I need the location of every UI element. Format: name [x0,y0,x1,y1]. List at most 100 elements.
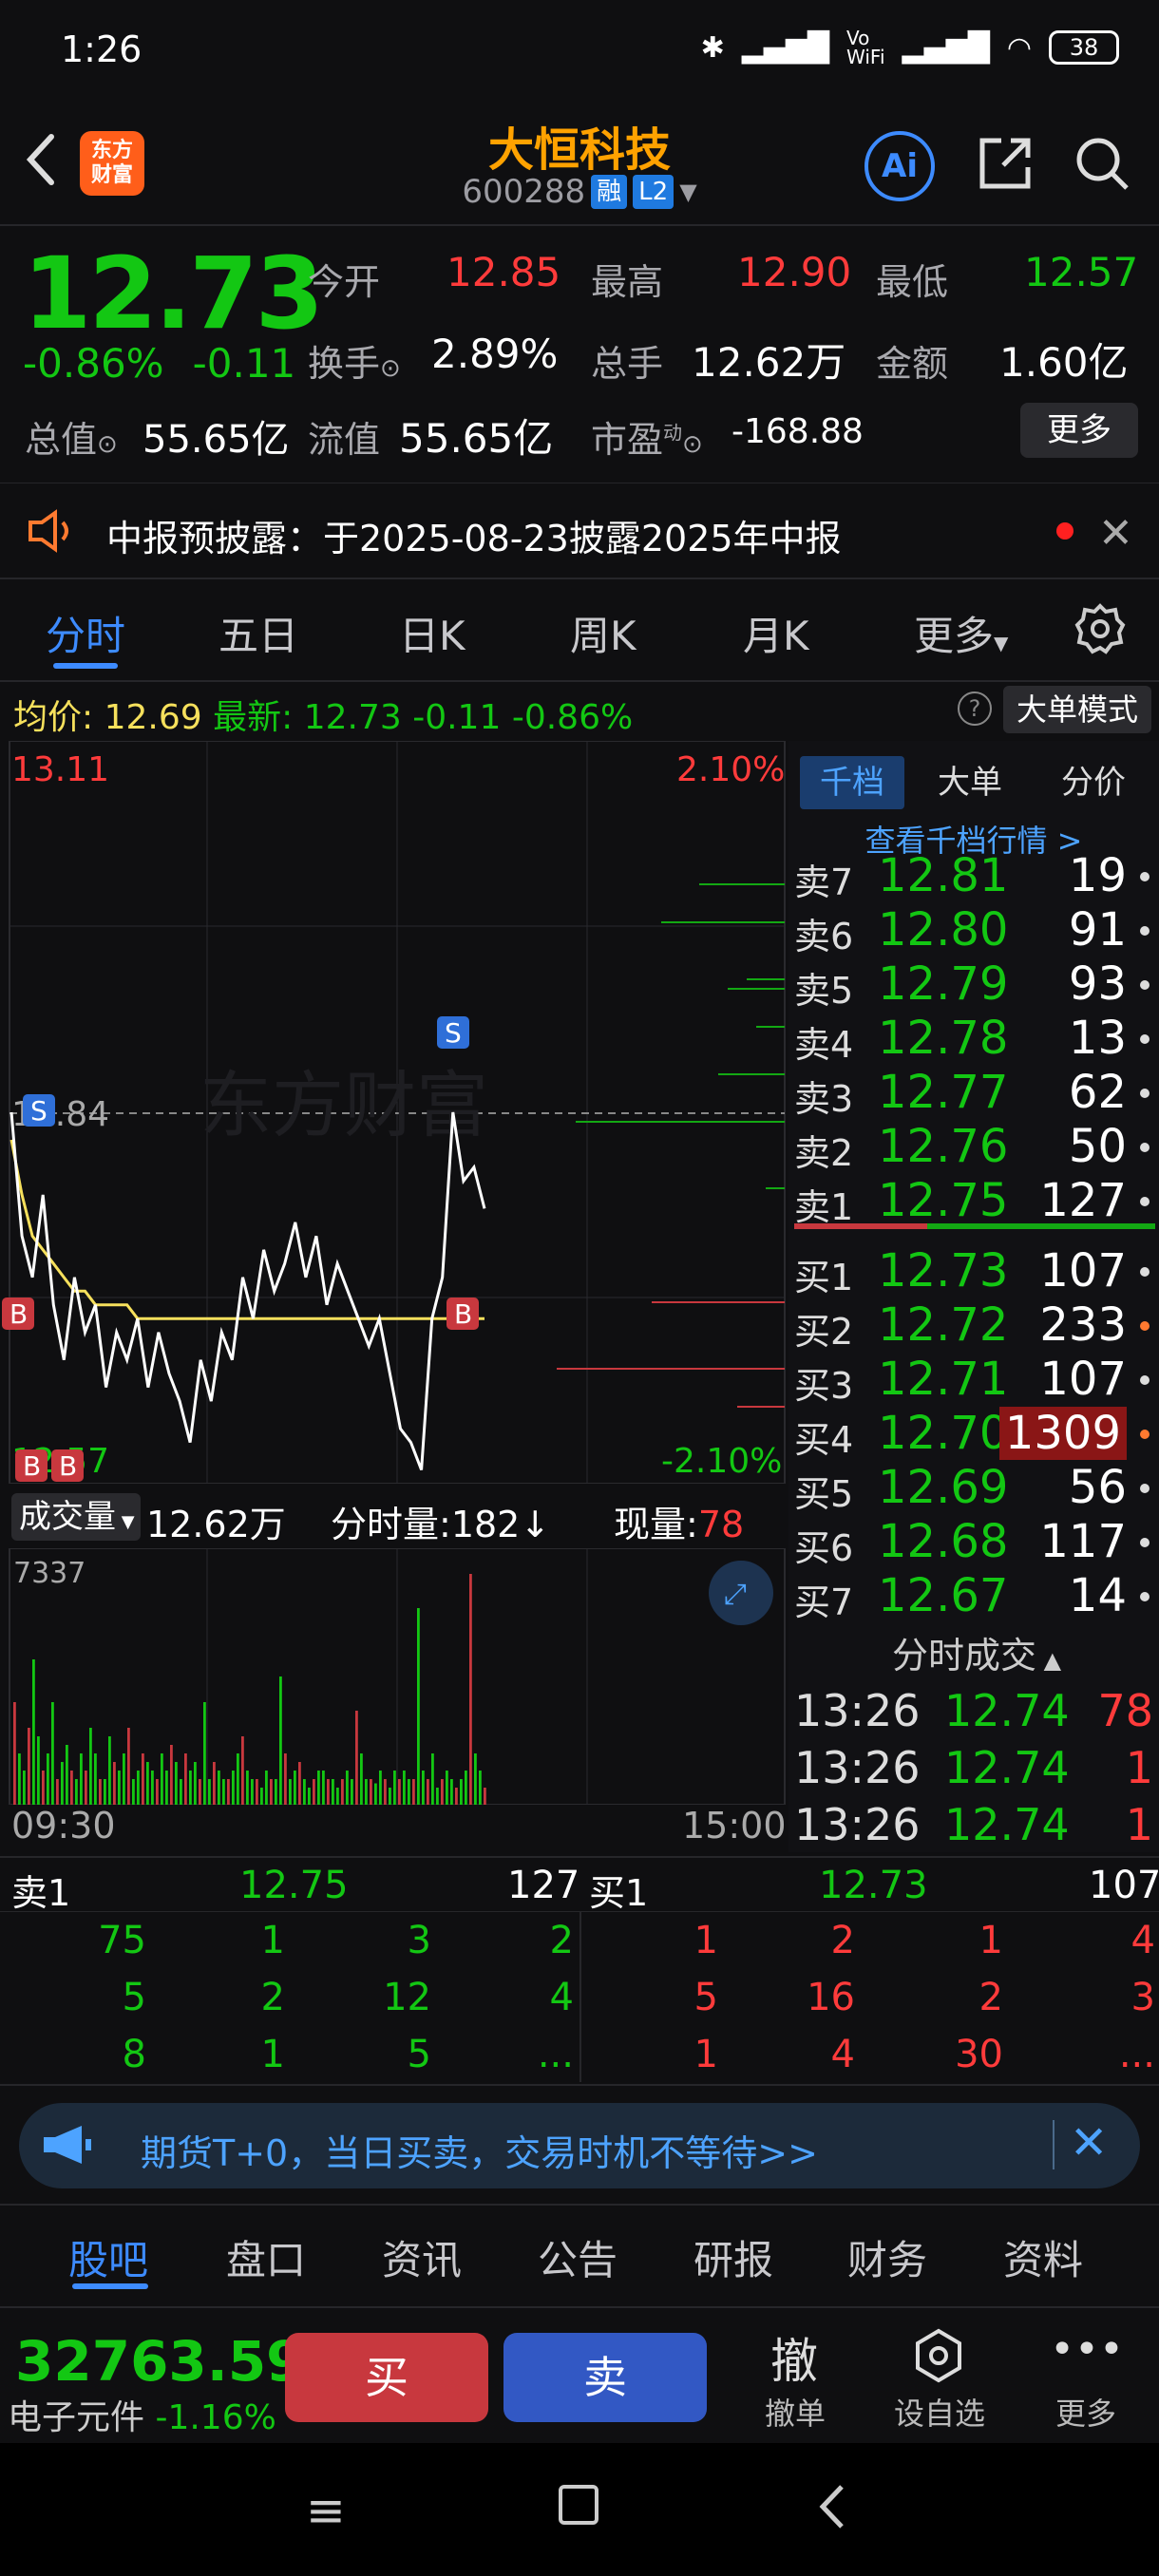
ask-price: 12.75 [878,1174,1009,1227]
volume-bar [370,1779,372,1805]
expand-icon[interactable]: ⤢ [724,1578,747,1611]
index-value[interactable]: 32763.59 [15,2329,305,2394]
ob-tab-byprice[interactable]: 分价 [1041,756,1146,809]
ai-button[interactable]: Ai [864,131,935,201]
volume-bar [51,1702,54,1805]
intraday-price-chart[interactable]: 东方财富 13.11 2.10% 12.84 12.57 -2.10% S S … [0,741,788,1484]
sell-marker: S [30,1095,48,1127]
volume-bar [175,1762,178,1805]
back-nav-icon[interactable] [815,2483,849,2530]
close-icon[interactable]: ✕ [1098,509,1133,558]
tab-weekly-k[interactable]: 周K [570,604,636,662]
ask-row[interactable]: 卖4 12.78 13 [792,1012,1159,1066]
bid-row[interactable]: 买2 12.72 233 [792,1298,1159,1353]
tab-announcements[interactable]: 公告 [538,2228,618,2286]
tab-news[interactable]: 资讯 [382,2228,462,2286]
volume-bar [308,1788,311,1805]
add-watchlist-label[interactable]: 设自选 [878,2390,1001,2434]
bid-row[interactable]: 买7 12.67 14 [792,1569,1159,1623]
search-icon[interactable] [1072,133,1132,194]
tab-financials[interactable]: 财务 [847,2228,927,2286]
ask-row[interactable]: 卖3 12.77 62 [792,1066,1159,1120]
tab-intraday[interactable]: 分时 [46,604,125,662]
pe-label[interactable]: 市盈动⊙ [591,410,703,463]
bid-dot [1140,1430,1150,1439]
promo-text[interactable]: 期货T+0，当日买卖，交易时机不等待>> [141,2124,818,2176]
index-name[interactable]: 电子元件 -1.16% [8,2390,276,2439]
trades-title[interactable]: 分时成交 ▲ [794,1626,1159,1678]
l2-ask-cell: 3 [407,1919,431,1962]
home-nav-icon[interactable] [559,2485,598,2525]
ask-row[interactable]: 卖2 12.76 50 [792,1120,1159,1174]
tab-five-day[interactable]: 五日 [218,604,298,662]
l2-ask-cell: ... [537,2033,574,2076]
ask-vol: 62 [1068,1066,1127,1119]
more-icon[interactable]: ••• [1039,2325,1134,2374]
ask-vol: 13 [1068,1012,1127,1065]
volume-bar [422,1771,425,1805]
share-icon[interactable] [975,133,1036,194]
tab-profile[interactable]: 资料 [1003,2228,1083,2286]
bid-row[interactable]: 买1 12.73 107 [792,1244,1159,1298]
open-value: 12.85 [446,249,561,295]
gear-icon[interactable] [1074,602,1127,655]
depth-bar [737,1406,785,1408]
volume-bar [313,1779,315,1805]
help-icon[interactable]: ? [958,691,992,726]
dropdown-icon: ▼ [679,179,697,205]
l2-bid-vol: 107 [1089,1864,1159,1907]
volume-bar [270,1779,273,1805]
more-quote-button[interactable]: 更多 [1020,403,1138,458]
buy-button[interactable]: 买 [285,2333,488,2422]
tab-more[interactable]: 更多▼ [914,604,1008,662]
cancel-order-label[interactable]: 撤单 [733,2390,857,2434]
bid-label: 买6 [794,1527,854,1569]
tab-monthly-k[interactable]: 月K [743,604,809,662]
promo-close-icon[interactable]: ✕ [1070,2116,1108,2169]
volume-bar [417,1608,420,1805]
volume-chart[interactable]: 7337 ⤢ [0,1548,788,1805]
ask-row[interactable]: 卖5 12.79 93 [792,957,1159,1012]
depth-bar [756,1026,785,1028]
ask-label: 卖3 [794,1078,854,1120]
bid-row[interactable]: 买3 12.71 107 [792,1353,1159,1407]
volume-bar [203,1702,206,1805]
tab-forum[interactable]: 股吧 [68,2228,148,2286]
sell-button[interactable]: 卖 [504,2333,707,2422]
ob-tab-bigorder[interactable]: 大单 [918,756,1022,809]
volume-bar [232,1771,235,1805]
ob-tab-depth[interactable]: 千档 [800,756,904,809]
tab-daily-k[interactable]: 日K [399,604,466,662]
wifi-icon: ◠ [1006,30,1032,65]
volume-selector[interactable]: 成交量 ▼ [11,1493,141,1541]
ask-row[interactable]: 卖1 12.75 127 [792,1174,1159,1228]
ask-row[interactable]: 卖6 12.80 91 [792,903,1159,957]
open-label: 今开 [308,261,381,303]
volume-bar [180,1779,182,1805]
volume-bar [61,1762,64,1805]
l2-ask-label: 卖1 [11,1872,71,1914]
ask-row[interactable]: 卖7 12.81 19 [792,849,1159,903]
bid-row[interactable]: 买4 12.70 1309 [792,1407,1159,1461]
tab-handicap[interactable]: 盘口 [226,2228,306,2286]
ask-dot [1140,980,1150,990]
menu-nav-icon[interactable]: ≡ [306,2483,346,2538]
cancel-order-icon[interactable]: 撤 [747,2323,842,2392]
notice-text[interactable]: 中报预披露：于2025-08-23披露2025年中报 [106,509,842,561]
add-watchlist-icon[interactable] [912,2327,965,2384]
bid-row[interactable]: 买6 12.68 117 [792,1515,1159,1569]
more-label[interactable]: 更多 [1024,2390,1148,2434]
bid-row[interactable]: 买5 12.69 56 [792,1461,1159,1515]
ask-label: 卖5 [794,970,854,1012]
tab-research[interactable]: 研报 [694,2228,773,2286]
big-order-mode-button[interactable]: 大单模式 [1003,686,1151,733]
ask-dot [1140,1143,1150,1152]
volume-bar [408,1779,410,1805]
volume-bar [108,1736,111,1805]
turnover-label[interactable]: 换手⊙ [308,334,401,387]
bid-price: 12.68 [878,1515,1009,1568]
volume-bar [18,1753,21,1805]
mktcap-label[interactable]: 总值⊙ [25,410,118,463]
ask-dot [1140,1034,1150,1044]
l2-ask-cell: 4 [549,1976,574,2019]
